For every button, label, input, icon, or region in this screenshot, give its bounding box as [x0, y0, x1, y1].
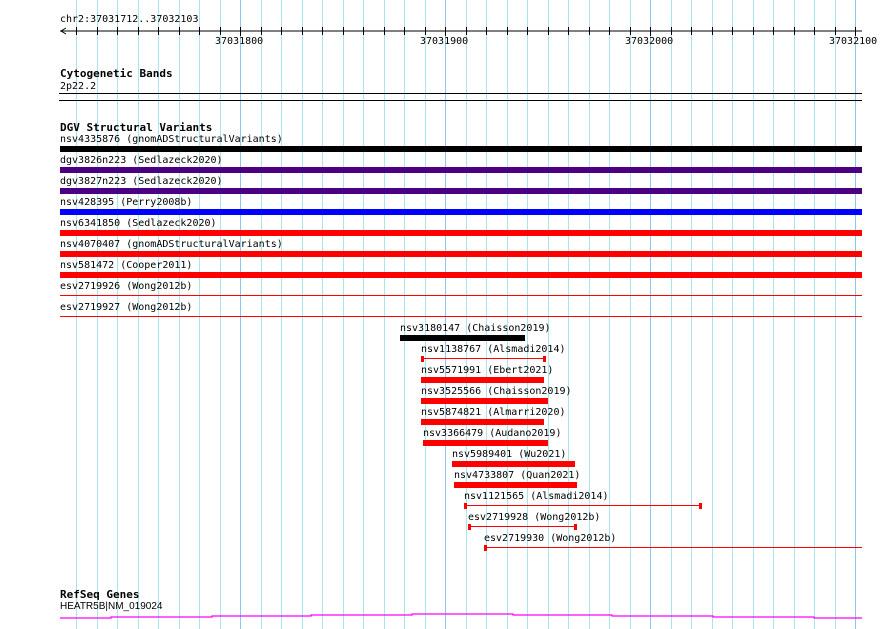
feature-label: nsv428395 (Perry2008b) [60, 197, 193, 208]
variant-line[interactable] [60, 295, 862, 296]
variant-bar[interactable] [400, 335, 525, 341]
track-title-dgv[interactable]: DGV Structural Variants [60, 122, 212, 133]
feature-label: nsv1121565 (Alsmadi2014) [464, 491, 609, 502]
feature-label: esv2719927 (Wong2012b) [60, 302, 193, 313]
feature-label: nsv4733807 (Quan2021) [454, 470, 581, 481]
feature-label: nsv581472 (Cooper2011) [60, 260, 193, 271]
variant-cap[interactable] [574, 524, 577, 530]
feature-label: nsv5874821 (Almarri2020) [421, 407, 566, 418]
variant-bar[interactable] [60, 146, 862, 152]
variant-bar[interactable] [452, 461, 575, 467]
cytoband-bar[interactable] [59, 93, 862, 94]
track-title-refseq[interactable]: RefSeq Genes [60, 589, 139, 600]
grid-lines [76, 0, 856, 629]
variant-bar[interactable] [60, 272, 862, 278]
feature-label: nsv4335876 (gnomADStructuralVariants) [60, 134, 283, 145]
variant-bar[interactable] [454, 482, 577, 488]
feature-label: esv2719926 (Wong2012b) [60, 281, 193, 292]
feature-label: nsv6341850 (Sedlazeck2020) [60, 218, 217, 229]
feature-label: nsv3180147 (Chaisson2019) [400, 323, 551, 334]
variant-line[interactable] [421, 358, 546, 359]
feature-label: dgv3827n223 (Sedlazeck2020) [60, 176, 223, 187]
variant-cap[interactable] [421, 356, 424, 362]
feature-label: nsv1138767 (Alsmadi2014) [421, 344, 566, 355]
cytoband-label: 2p22.2 [60, 81, 97, 92]
variant-bar[interactable] [423, 440, 548, 446]
variant-bar[interactable] [60, 230, 862, 236]
ruler-tick-label: 37032000 [625, 36, 674, 47]
feature-label: nsv3366479 (Audano2019) [423, 428, 562, 439]
variant-bar[interactable] [421, 377, 544, 383]
variant-line[interactable] [484, 547, 862, 548]
feature-label: esv2719930 (Wong2012b) [484, 533, 617, 544]
variant-bar[interactable] [60, 251, 862, 257]
variant-cap[interactable] [699, 503, 702, 509]
variant-cap[interactable] [464, 503, 467, 509]
variant-line[interactable] [464, 505, 702, 506]
feature-label: dgv3826n223 (Sedlazeck2020) [60, 155, 223, 166]
ruler-tick-label: 37031900 [420, 36, 469, 47]
feature-label: esv2719928 (Wong2012b) [468, 512, 601, 523]
variant-bar[interactable] [60, 188, 862, 194]
track-title-cytobands[interactable]: Cytogenetic Bands [60, 68, 173, 79]
track-divider [59, 100, 862, 101]
ruler-tick-label: 37031800 [215, 36, 264, 47]
variant-bar[interactable] [60, 167, 862, 173]
variant-bar[interactable] [421, 419, 544, 425]
variant-cap[interactable] [468, 524, 471, 530]
feature-label: nsv3525566 (Chaisson2019) [421, 386, 572, 397]
feature-label: nsv5571991 (Ebert2021) [421, 365, 554, 376]
feature-label: nsv4070407 (gnomADStructuralVariants) [60, 239, 283, 250]
variant-line[interactable] [468, 526, 577, 527]
feature-label: nsv5989401 (Wu2021) [452, 449, 567, 460]
variant-bar[interactable] [60, 209, 862, 215]
variant-cap[interactable] [484, 545, 487, 551]
gene-model[interactable] [0, 600, 890, 629]
variant-bar[interactable] [421, 398, 548, 404]
variant-cap[interactable] [543, 356, 546, 362]
variant-line[interactable] [60, 316, 862, 317]
ruler-tick-label: 37032100 [829, 36, 878, 47]
